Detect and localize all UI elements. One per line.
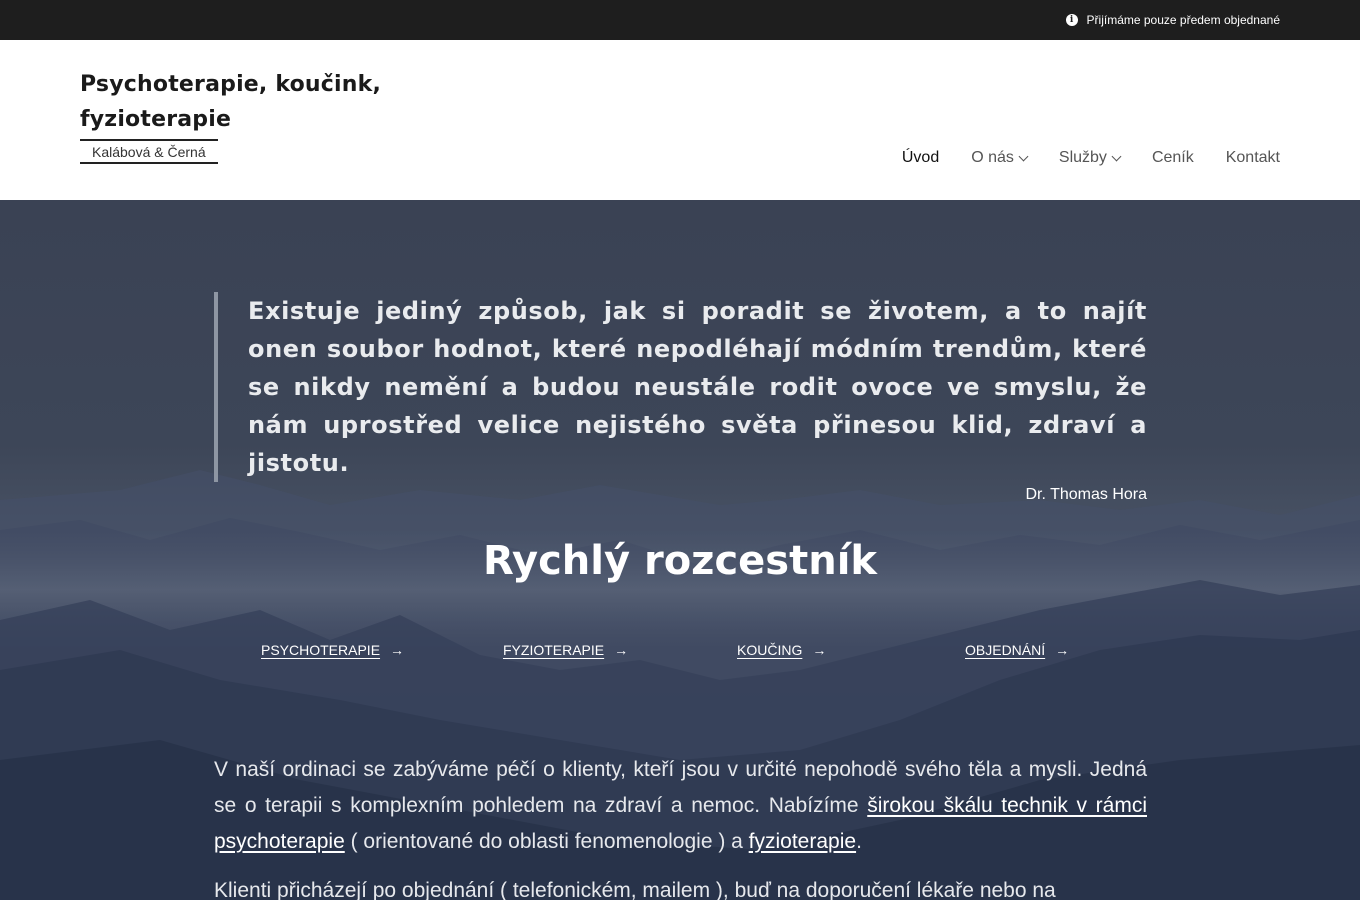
quick-link-fyzioterapie[interactable]: FYZIOTERAPIE → [503, 642, 628, 658]
link-label[interactable]: KOUČING [737, 642, 802, 658]
quick-link-psychoterapie[interactable]: PSYCHOTERAPIE → [261, 642, 404, 658]
site-header: Psychoterapie, koučink, fyzioterapie Kal… [0, 40, 1360, 200]
top-notice-bar: i Přijímáme pouze předem objednané [0, 0, 1360, 40]
link-label[interactable]: PSYCHOTERAPIE [261, 642, 380, 658]
intro-text-part: ( orientované do oblasti fenomenologie )… [344, 830, 749, 853]
chevron-down-icon[interactable] [1111, 151, 1122, 161]
nav-item-kontakt[interactable]: Kontakt [1226, 149, 1280, 167]
link-label[interactable]: OBJEDNÁNÍ [965, 642, 1045, 658]
intro-text-part: . [856, 830, 862, 853]
quote-author: Dr. Thomas Hora [1025, 486, 1147, 503]
intro-text: V naší ordinaci se zabýváme péčí o klien… [214, 752, 1147, 900]
link-label[interactable]: FYZIOTERAPIE [503, 642, 604, 658]
nav-label[interactable]: Kontakt [1226, 149, 1280, 167]
nav-label[interactable]: O nás [971, 149, 1014, 167]
quick-links-title: Rychlý rozcestník [482, 538, 878, 584]
nav-item-cenik[interactable]: Ceník [1152, 149, 1194, 167]
arrow-right-icon[interactable]: → [390, 642, 404, 658]
site-subtitle: Kalábová & Černá [80, 139, 218, 164]
notice-text: Přijímáme pouze předem objednané [1086, 13, 1280, 27]
nav-label[interactable]: Služby [1059, 149, 1107, 167]
quick-link-objednani[interactable]: OBJEDNÁNÍ → [965, 642, 1069, 658]
hero-section: Existuje jediný způsob, jak si poradit s… [0, 200, 1360, 900]
nav-item-uvod[interactable]: Úvod [902, 149, 939, 167]
quote-text: Existuje jediný způsob, jak si poradit s… [248, 297, 1147, 477]
intro-text-part: Klienti přicházejí po objednání ( telefo… [214, 879, 1056, 900]
intro-paragraph-1: V naší ordinaci se zabýváme péčí o klien… [214, 752, 1147, 860]
nav-label[interactable]: Úvod [902, 149, 939, 167]
site-title[interactable]: Psychoterapie, koučink, fyzioterapie [80, 67, 381, 137]
nav-label[interactable]: Ceník [1152, 149, 1194, 167]
site-title-line1[interactable]: Psychoterapie, koučink, [80, 67, 381, 102]
arrow-right-icon[interactable]: → [614, 642, 628, 658]
main-nav: Úvod O nás Služby Ceník Kontakt [870, 149, 1280, 167]
site-brand[interactable]: Psychoterapie, koučink, fyzioterapie Kal… [80, 67, 381, 164]
quick-link-koucing[interactable]: KOUČING → [737, 642, 826, 658]
info-icon: i [1065, 14, 1078, 26]
intro-paragraph-2: Klienti přicházejí po objednání ( telefo… [214, 873, 1147, 900]
arrow-right-icon[interactable]: → [1055, 642, 1069, 658]
hero-quote: Existuje jediný způsob, jak si poradit s… [214, 292, 1147, 482]
chevron-down-icon[interactable] [1018, 151, 1029, 161]
nav-item-o-nas[interactable]: O nás [971, 149, 1029, 167]
nav-item-sluzby[interactable]: Služby [1059, 149, 1122, 167]
arrow-right-icon[interactable]: → [812, 642, 826, 658]
link-fyzioterapie[interactable]: fyzioterapie [749, 830, 856, 853]
site-title-line2[interactable]: fyzioterapie [80, 102, 381, 137]
